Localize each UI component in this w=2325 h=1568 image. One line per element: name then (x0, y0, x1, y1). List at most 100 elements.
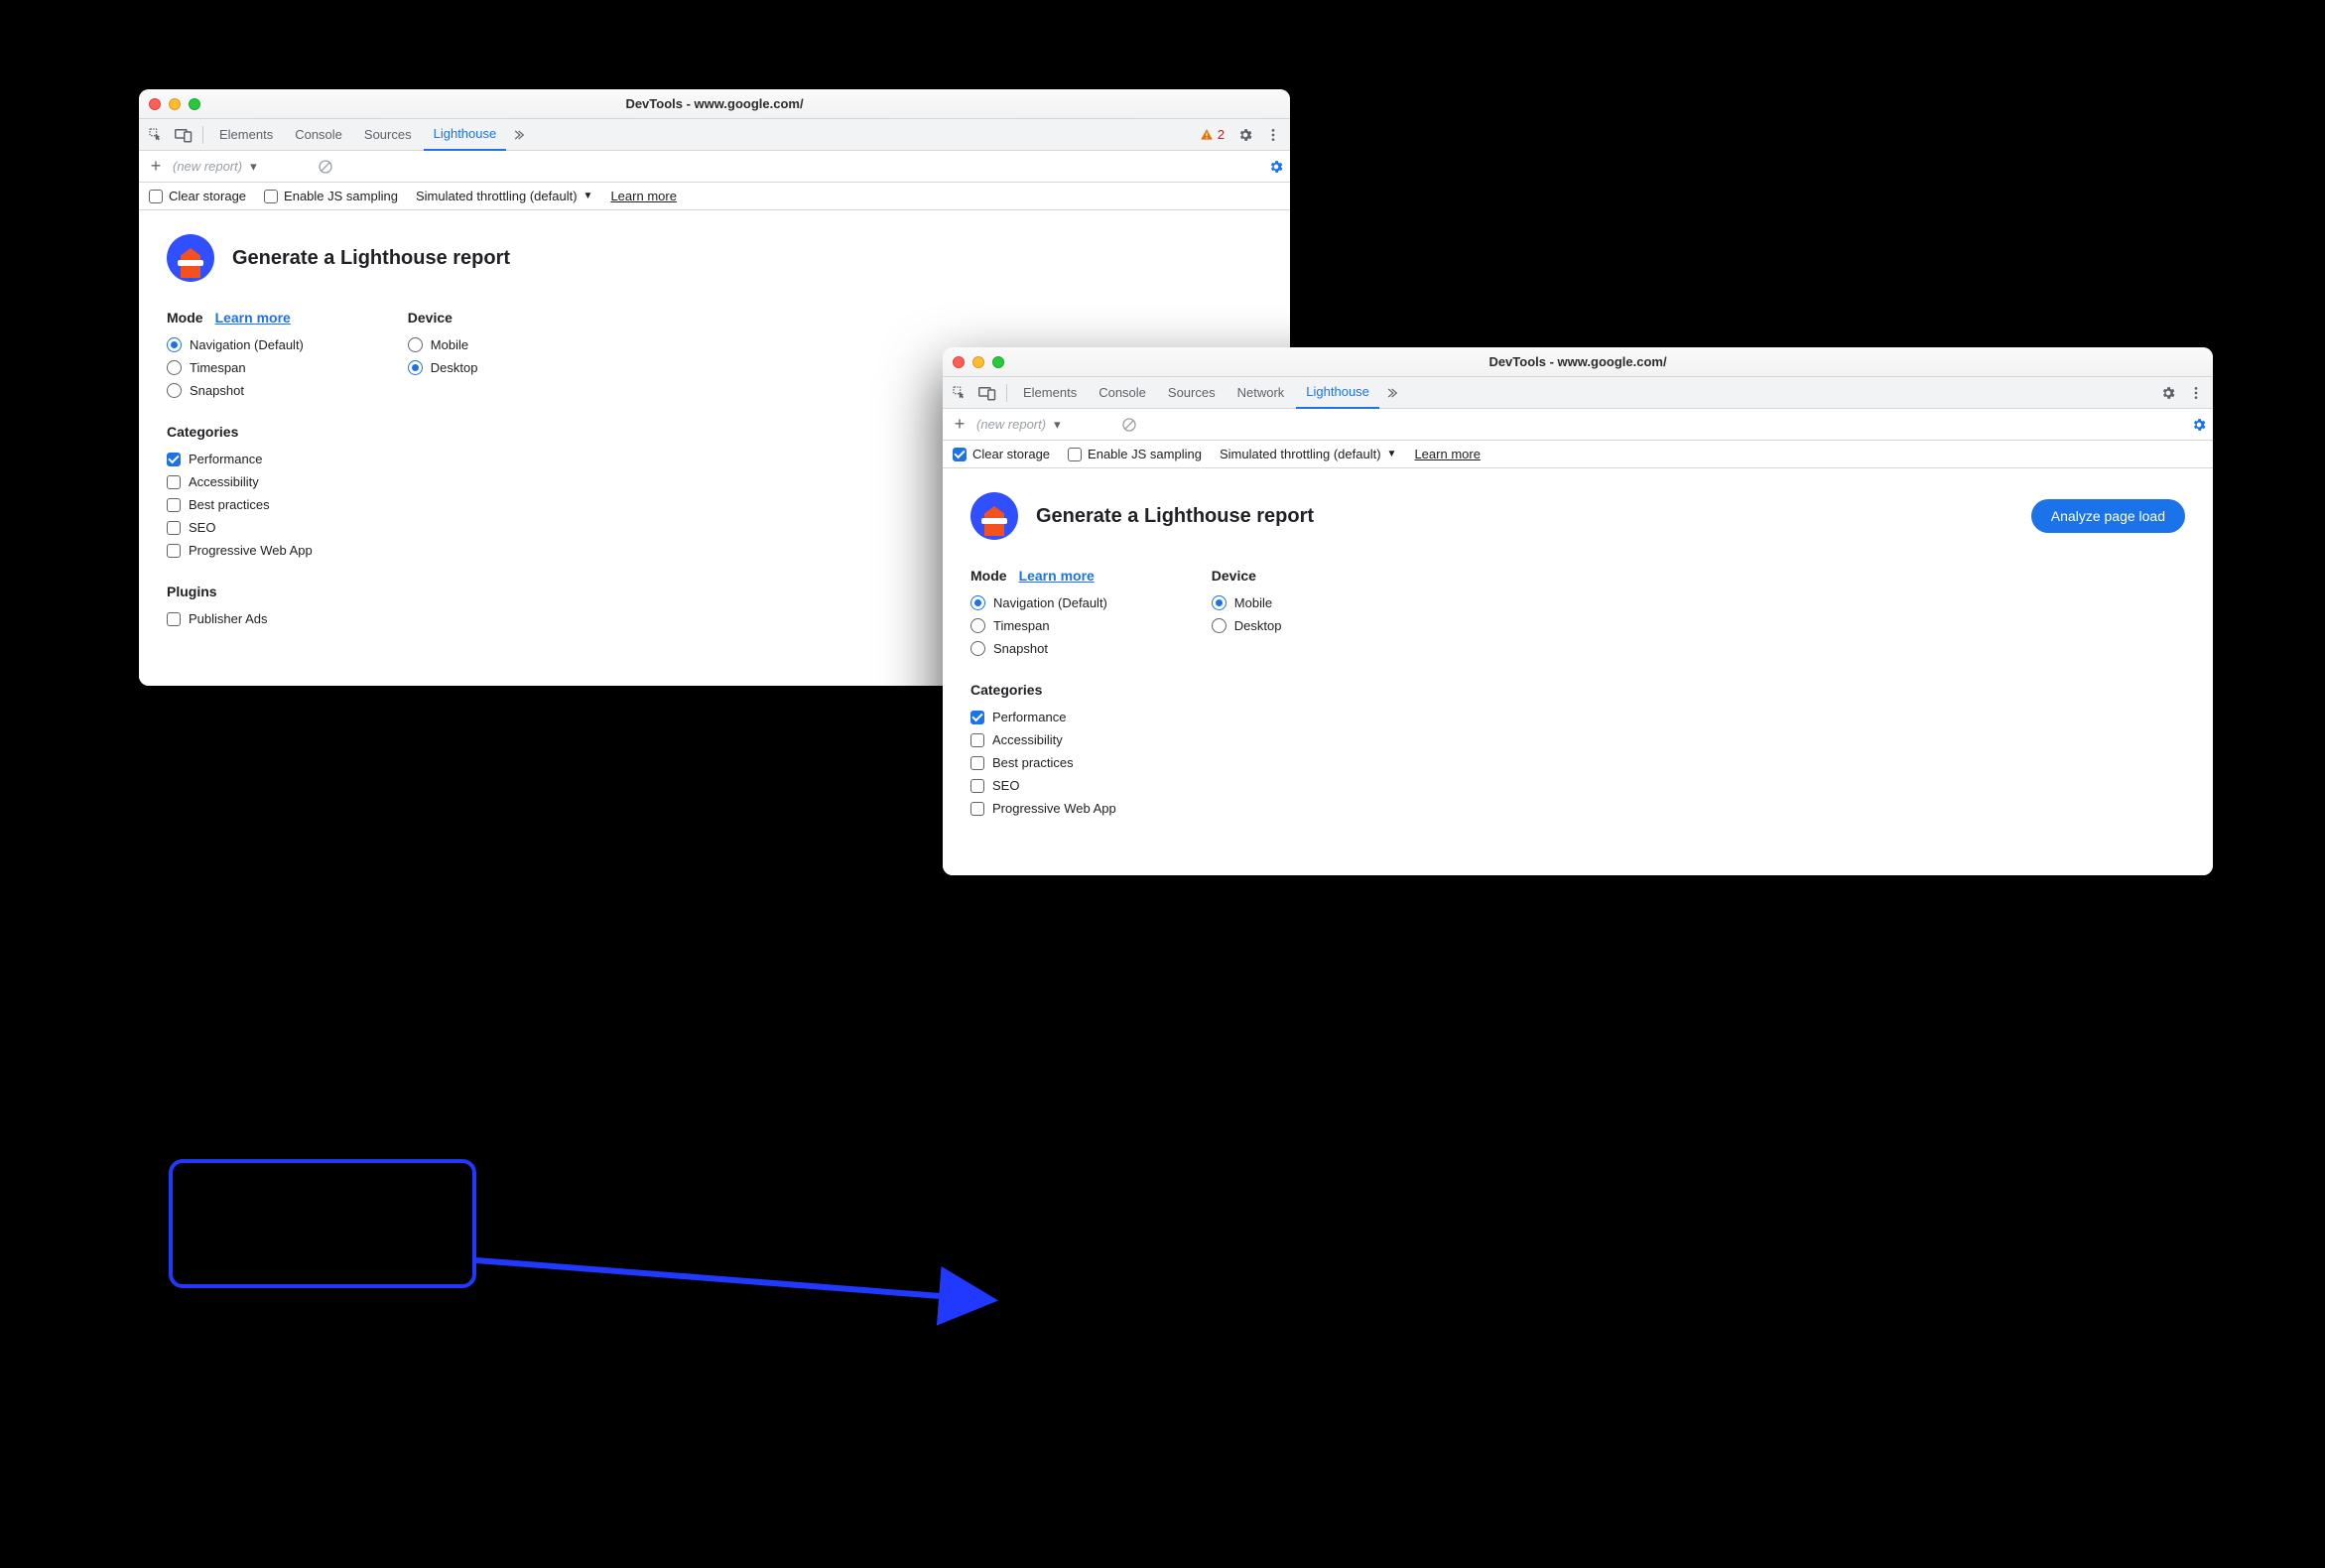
checkbox-icon (167, 521, 181, 535)
throttling-label: Simulated throttling (default) (1220, 447, 1381, 461)
categories-option-2[interactable]: Best practices (970, 751, 1116, 774)
device-icon[interactable] (171, 122, 196, 148)
mode-option-2[interactable]: Snapshot (167, 379, 313, 402)
report-dropdown[interactable]: (new report) ▾ (976, 417, 1115, 433)
device-icon[interactable] (974, 380, 1000, 406)
js-sampling-checkbox[interactable]: Enable JS sampling (264, 189, 398, 203)
minimize-icon[interactable] (169, 98, 181, 110)
mode-option-1[interactable]: Timespan (167, 356, 313, 379)
checkbox-icon (167, 498, 181, 512)
lighthouse-toolbar: + (new report) ▾ (943, 409, 2213, 441)
mode-option-label: Navigation (Default) (190, 337, 304, 352)
lighthouse-settings-icon[interactable] (2191, 417, 2207, 433)
checkbox-icon (264, 190, 278, 203)
throttling-dropdown[interactable]: Simulated throttling (default) ▼ (1220, 447, 1397, 461)
learn-more-link[interactable]: Learn more (1414, 447, 1480, 461)
tab-console[interactable]: Console (1089, 377, 1156, 409)
device-option-1[interactable]: Desktop (1212, 614, 1282, 637)
more-tabs-icon[interactable] (1381, 380, 1407, 406)
categories-option-label: SEO (992, 778, 1019, 793)
js-sampling-checkbox[interactable]: Enable JS sampling (1068, 447, 1202, 461)
js-sampling-label: Enable JS sampling (284, 189, 398, 203)
lighthouse-settings-icon[interactable] (1268, 159, 1284, 175)
clear-storage-checkbox[interactable]: Clear storage (953, 447, 1050, 461)
inspect-icon[interactable] (143, 122, 169, 148)
titlebar: DevTools - www.google.com/ (943, 347, 2213, 377)
mode-option-1[interactable]: Timespan (970, 614, 1116, 637)
divider (202, 126, 203, 144)
mode-option-label: Snapshot (190, 383, 244, 398)
window-title: DevTools - www.google.com/ (625, 96, 803, 111)
more-tabs-icon[interactable] (508, 122, 534, 148)
lighthouse-panel: Generate a Lighthouse report Analyze pag… (943, 468, 2213, 875)
tab-lighthouse[interactable]: Lighthouse (1296, 377, 1379, 409)
tab-console[interactable]: Console (285, 119, 352, 151)
gear-icon[interactable] (1232, 122, 1258, 148)
lighthouse-options-row: Clear storage Enable JS sampling Simulat… (943, 441, 2213, 468)
mode-title: ModeLearn more (970, 568, 1116, 584)
categories-option-label: Progressive Web App (992, 801, 1116, 816)
mode-group: ModeLearn more Navigation (Default) Time… (970, 568, 1116, 660)
checkbox-icon (167, 453, 181, 466)
mode-learn-more-link[interactable]: Learn more (215, 310, 291, 326)
device-group: Device Mobile Desktop (1212, 568, 1282, 637)
new-report-button[interactable]: + (949, 414, 970, 435)
categories-option-label: Performance (992, 710, 1066, 724)
plugins-group: Plugins Publisher Ads (167, 584, 313, 630)
checkbox-icon (953, 448, 967, 461)
categories-group: Categories Performance Accessibility Bes… (970, 682, 1116, 820)
chevron-down-icon: ▾ (1054, 417, 1061, 433)
tab-elements[interactable]: Elements (209, 119, 283, 151)
block-icon[interactable] (318, 159, 333, 175)
categories-option-label: Accessibility (189, 474, 259, 489)
tab-lighthouse[interactable]: Lighthouse (424, 119, 507, 151)
categories-option-1[interactable]: Accessibility (970, 728, 1116, 751)
categories-option-4[interactable]: Progressive Web App (970, 797, 1116, 820)
categories-option-4[interactable]: Progressive Web App (167, 539, 313, 562)
minimize-icon[interactable] (972, 356, 984, 368)
analyze-page-load-button[interactable]: Analyze page load (2031, 499, 2185, 533)
clear-storage-checkbox[interactable]: Clear storage (149, 189, 246, 203)
inspect-icon[interactable] (947, 380, 972, 406)
close-icon[interactable] (149, 98, 161, 110)
categories-title: Categories (970, 682, 1116, 698)
device-option-0[interactable]: Mobile (408, 333, 478, 356)
throttling-dropdown[interactable]: Simulated throttling (default) ▼ (416, 189, 593, 203)
tab-elements[interactable]: Elements (1013, 377, 1087, 409)
maximize-icon[interactable] (992, 356, 1004, 368)
new-report-button[interactable]: + (145, 156, 167, 177)
right-column: Device Mobile Desktop (408, 310, 478, 652)
close-icon[interactable] (953, 356, 965, 368)
mode-option-0[interactable]: Navigation (Default) (970, 591, 1116, 614)
mode-option-0[interactable]: Navigation (Default) (167, 333, 313, 356)
kebab-icon[interactable] (2183, 380, 2209, 406)
checkbox-icon (1068, 448, 1082, 461)
device-option-label: Mobile (431, 337, 468, 352)
block-icon[interactable] (1121, 417, 1137, 433)
categories-option-1[interactable]: Accessibility (167, 470, 313, 493)
kebab-icon[interactable] (1260, 122, 1286, 148)
categories-option-3[interactable]: SEO (970, 774, 1116, 797)
warning-count[interactable]: 2 (1200, 127, 1225, 142)
mode-option-2[interactable]: Snapshot (970, 637, 1116, 660)
tab-sources[interactable]: Sources (1158, 377, 1226, 409)
learn-more-link[interactable]: Learn more (610, 189, 676, 203)
categories-option-3[interactable]: SEO (167, 516, 313, 539)
mode-learn-more-link[interactable]: Learn more (1019, 568, 1095, 584)
categories-option-0[interactable]: Performance (167, 448, 313, 470)
categories-option-2[interactable]: Best practices (167, 493, 313, 516)
gear-icon[interactable] (2155, 380, 2181, 406)
tab-sources[interactable]: Sources (354, 119, 422, 151)
maximize-icon[interactable] (189, 98, 200, 110)
checkbox-icon (970, 779, 984, 793)
categories-option-0[interactable]: Performance (970, 706, 1116, 728)
radio-icon (167, 383, 182, 398)
report-dropdown[interactable]: (new report) ▾ (173, 159, 312, 175)
clear-storage-label: Clear storage (972, 447, 1050, 461)
plugins-option-0[interactable]: Publisher Ads (167, 607, 313, 630)
radio-icon (167, 337, 182, 352)
tab-network[interactable]: Network (1227, 377, 1295, 409)
device-option-1[interactable]: Desktop (408, 356, 478, 379)
checkbox-icon (149, 190, 163, 203)
device-option-0[interactable]: Mobile (1212, 591, 1282, 614)
